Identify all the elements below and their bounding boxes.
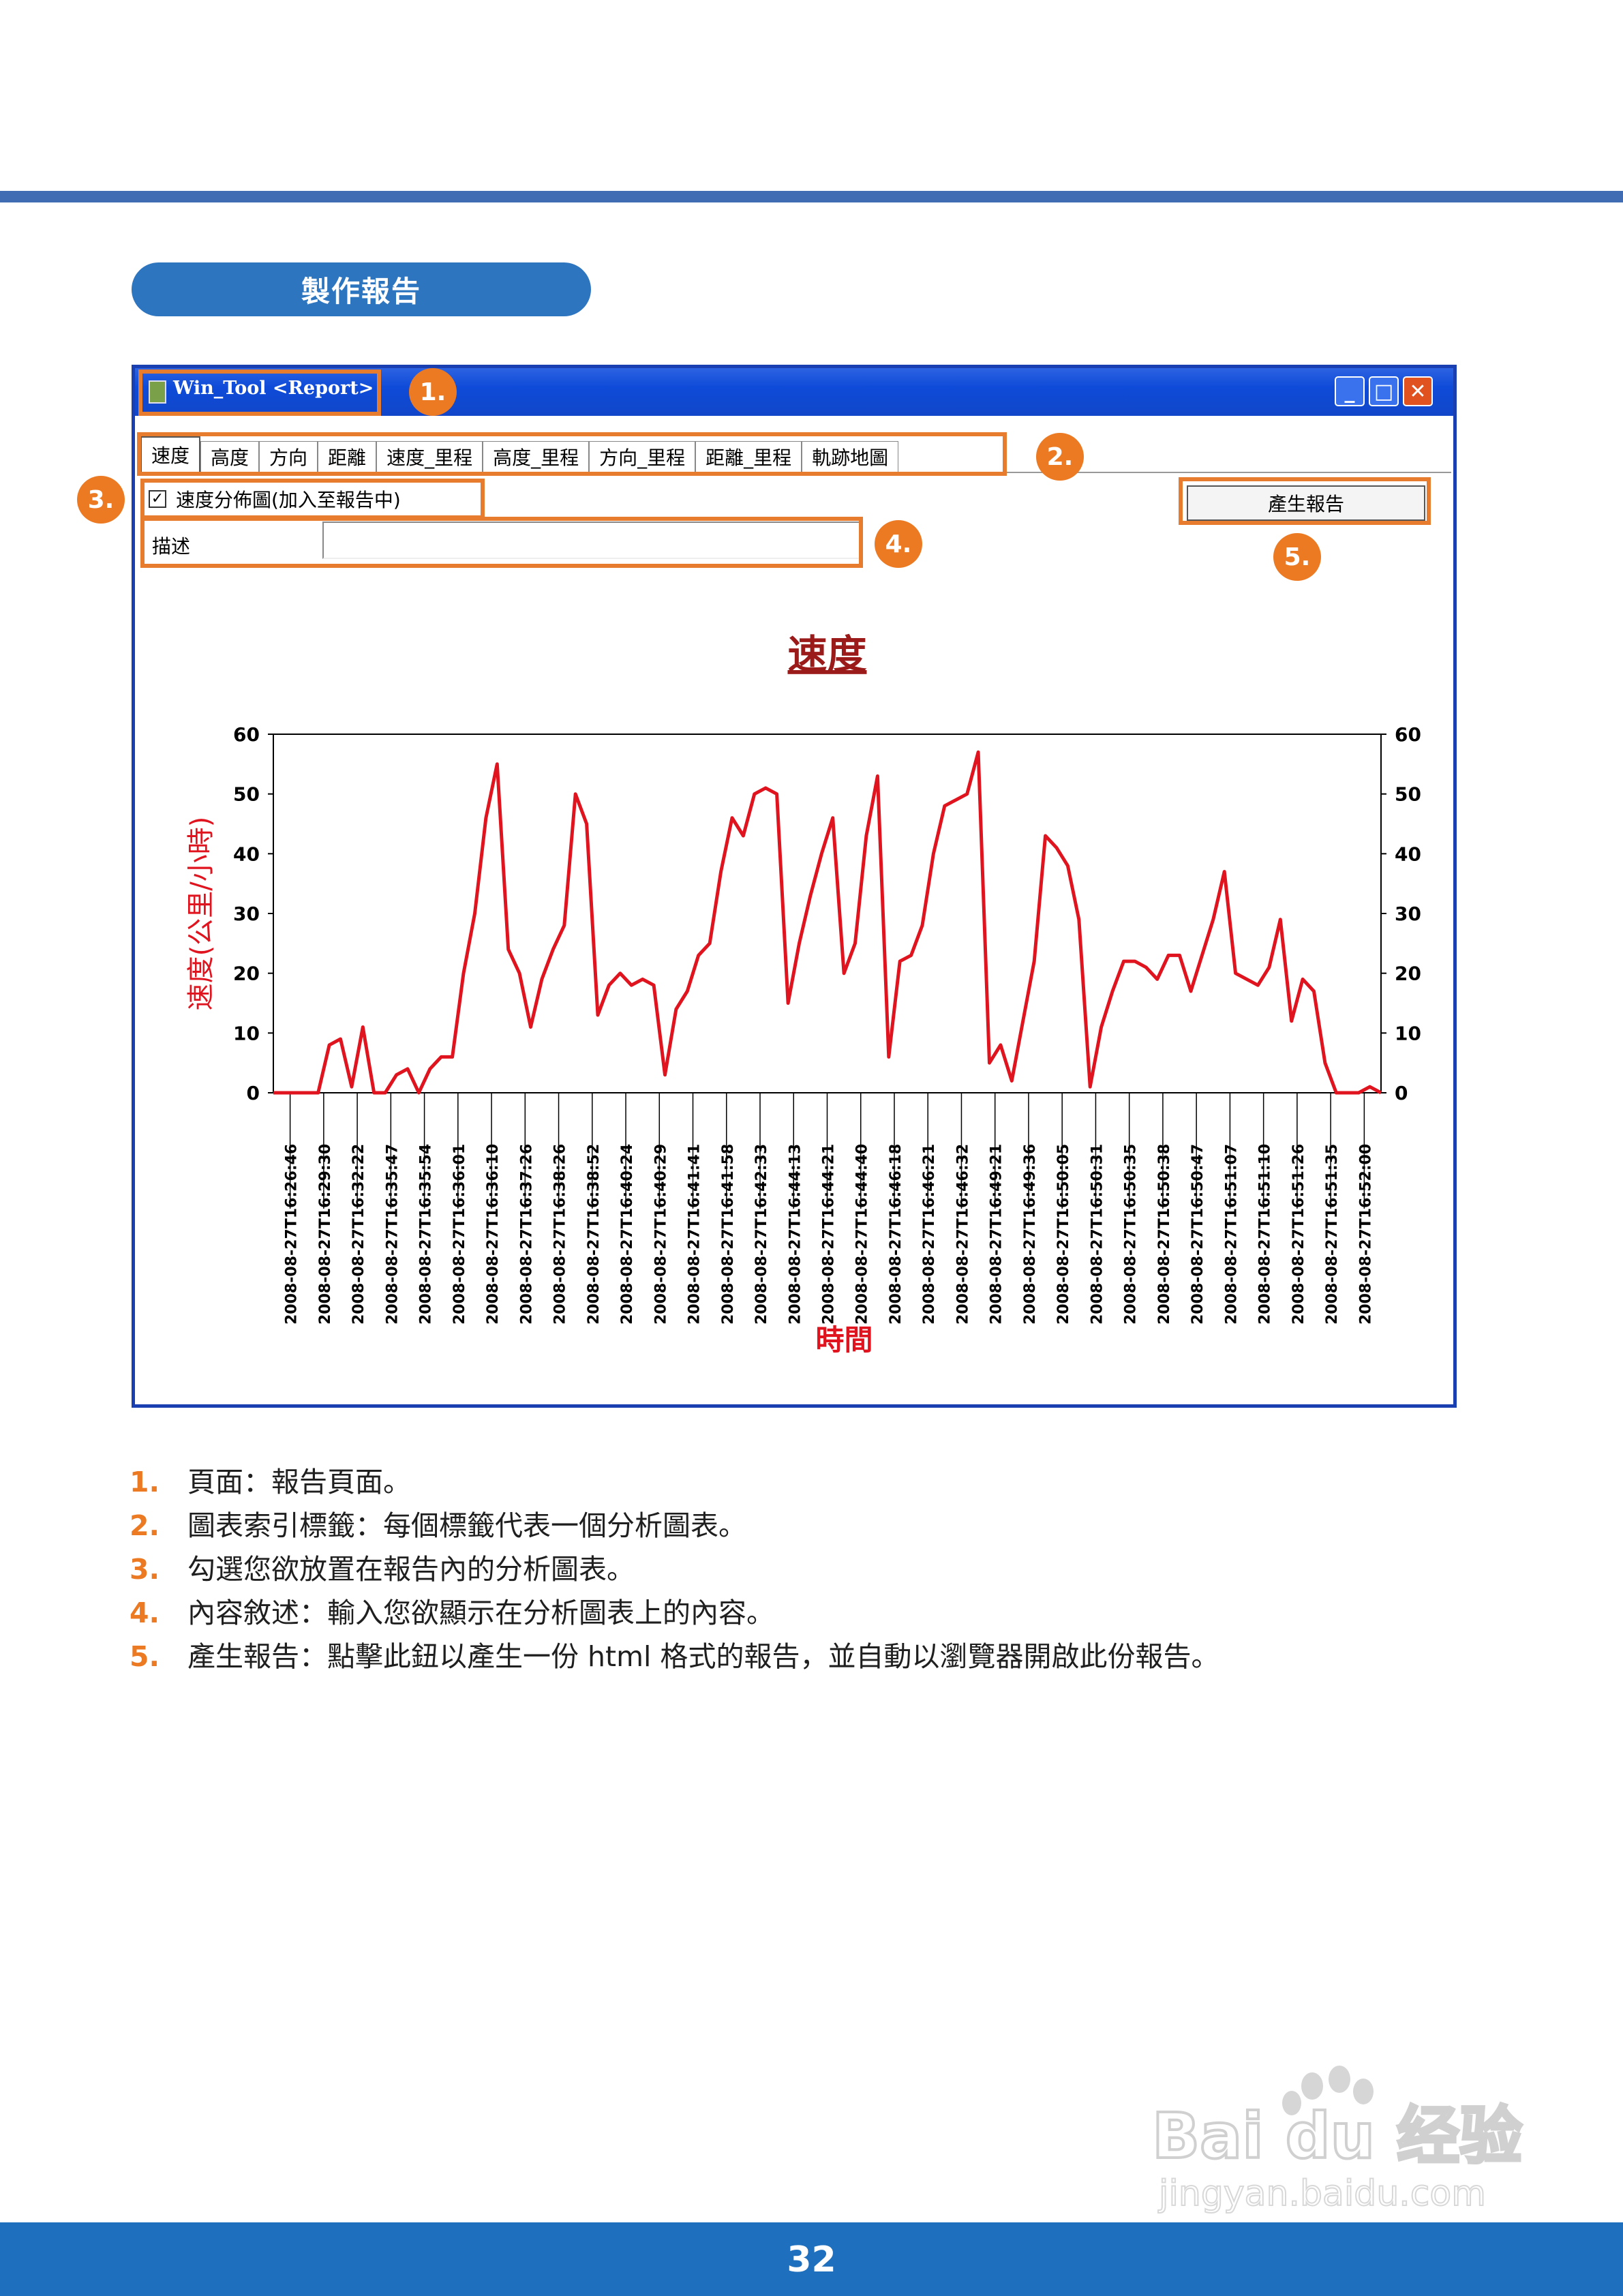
note-item: 1. 頁面：報告頁面。 (130, 1459, 1219, 1502)
note-text: 內容敘述：輸入您欲顯示在分析圖表上的內容。 (187, 1597, 774, 1629)
y-tick-label-left: 10 (233, 1022, 260, 1044)
y-tick-label-left: 50 (233, 783, 260, 806)
y-tick-label-left: 30 (233, 903, 260, 925)
x-tick-label: 2008-08-27T16:51:26 (1290, 1144, 1307, 1325)
highlight-checkbox (140, 479, 485, 519)
watermark-url: jingyan.baidu.com (1158, 2173, 1486, 2214)
note-item: 3. 勾選您欲放置在報告內的分析圖表。 (130, 1546, 1219, 1590)
note-text: 產生報告：點擊此鈕以產生一份 html 格式的報告，並自動以瀏覽器開啟此份報告。 (187, 1640, 1219, 1673)
paw-toe-2 (1329, 2066, 1350, 2093)
badge-1: 1. (409, 368, 457, 416)
y-tick-label-right: 50 (1395, 783, 1421, 806)
y-tick-label-right: 60 (1395, 723, 1421, 746)
badge-5: 5. (1273, 533, 1321, 581)
highlight-window-title (138, 369, 381, 416)
y-tick-label-left: 40 (233, 843, 260, 865)
x-tick-label: 2008-08-27T16:50:31 (1089, 1144, 1106, 1325)
x-tick-label: 2008-08-27T16:41:41 (686, 1144, 703, 1325)
x-tick-label: 2008-08-27T16:46:32 (954, 1144, 971, 1325)
x-tick-label: 2008-08-27T16:26:46 (284, 1144, 301, 1325)
x-tick-label: 2008-08-27T16:51:10 (1257, 1144, 1274, 1325)
x-tick-label: 2008-08-27T16:46:21 (921, 1144, 938, 1325)
top-rule (0, 191, 1623, 202)
y-tick-label-left: 20 (233, 963, 260, 985)
baidu-watermark: Bai du 经验 jingyan.baidu.com (1152, 2066, 1523, 2215)
speed-series-line (273, 750, 1382, 1095)
paw-toe-1 (1301, 2072, 1323, 2100)
x-tick-label: 2008-08-27T16:51:07 (1223, 1144, 1240, 1325)
note-number: 1. (130, 1466, 160, 1498)
x-tick-label: 2008-08-27T16:46:18 (888, 1144, 905, 1325)
badge-3: 3. (77, 476, 125, 524)
x-tick-label: 2008-08-27T16:49:21 (988, 1144, 1005, 1325)
report-window: Win_Tool <Report> _ □ ✕ 速度 高度 方向 距離 速度_里程 高度_… (132, 365, 1457, 1408)
y-axis-label: 速度(公里/小時) (185, 817, 217, 1011)
y-tick-label-right: 0 (1395, 1082, 1408, 1104)
note-text: 頁面：報告頁面。 (187, 1466, 411, 1498)
note-number: 4. (130, 1597, 160, 1629)
x-axis-label: 時間 (815, 1323, 873, 1357)
x-tick-label: 2008-08-27T16:50:47 (1189, 1144, 1207, 1325)
x-tick-label: 2008-08-27T16:44:21 (821, 1144, 838, 1325)
x-tick-label: 2008-08-27T16:40:24 (619, 1144, 636, 1325)
x-tick-label: 2008-08-27T16:44:13 (787, 1144, 804, 1325)
x-tick-label: 2008-08-27T16:35:47 (384, 1144, 401, 1325)
x-tick-label: 2008-08-27T16:50:05 (1055, 1144, 1072, 1325)
note-number: 3. (130, 1553, 160, 1586)
y-tick-label-right: 30 (1395, 903, 1421, 925)
watermark-brand: Bai du 经验 (1152, 2100, 1522, 2173)
x-tick-label: 2008-08-27T16:36:10 (485, 1144, 502, 1325)
x-tick-label: 2008-08-27T16:44:40 (854, 1144, 871, 1325)
x-tick-label: 2008-08-27T16:32:22 (350, 1144, 367, 1325)
highlight-description (140, 517, 863, 568)
section-title: 製作報告 (132, 262, 591, 316)
x-tick-label: 2008-08-27T16:35:54 (418, 1144, 435, 1325)
note-item: 5. 產生報告：點擊此鈕以產生一份 html 格式的報告，並自動以瀏覽器開啟此份報… (130, 1633, 1219, 1677)
highlight-generate (1179, 477, 1431, 525)
x-tick-label: 2008-08-27T16:41:58 (720, 1144, 737, 1325)
note-number: 5. (130, 1640, 160, 1673)
note-item: 2. 圖表索引標籤：每個標籤代表一個分析圖表。 (130, 1502, 1219, 1546)
x-tick-label: 2008-08-27T16:52:00 (1357, 1144, 1374, 1325)
x-tick-label: 2008-08-27T16:37:26 (518, 1144, 535, 1325)
x-tick-label: 2008-08-27T16:29:30 (317, 1144, 334, 1325)
x-tick-label: 2008-08-27T16:50:35 (1123, 1144, 1140, 1325)
badge-4: 4. (875, 520, 922, 568)
notes-list: 1. 頁面：報告頁面。 2. 圖表索引標籤：每個標籤代表一個分析圖表。 3. 勾選您欲放置… (130, 1459, 1219, 1677)
x-tick-label: 2008-08-27T16:49:36 (1022, 1144, 1039, 1325)
note-text: 勾選您欲放置在報告內的分析圖表。 (187, 1553, 635, 1586)
y-tick-label-right: 20 (1395, 963, 1421, 985)
x-tick-label: 2008-08-27T16:38:52 (586, 1144, 603, 1325)
note-item: 4. 內容敘述：輸入您欲顯示在分析圖表上的內容。 (130, 1590, 1219, 1633)
y-tick-label-left: 60 (233, 723, 260, 746)
note-number: 2. (130, 1509, 160, 1542)
x-tick-label: 2008-08-27T16:38:26 (552, 1144, 569, 1325)
y-tick-label-left: 0 (247, 1082, 260, 1104)
x-tick-label: 2008-08-27T16:50:38 (1156, 1144, 1173, 1325)
x-tick-label: 2008-08-27T16:40:29 (652, 1144, 669, 1325)
x-tick-label: 2008-08-27T16:51:35 (1324, 1144, 1341, 1325)
y-tick-label-right: 10 (1395, 1022, 1421, 1044)
chart-title: 速度 (787, 631, 866, 678)
highlight-tabs (137, 432, 1007, 476)
note-text: 圖表索引標籤：每個標籤代表一個分析圖表。 (187, 1509, 746, 1542)
x-tick-label: 2008-08-27T16:36:01 (451, 1144, 468, 1325)
page-number: 32 (787, 2239, 836, 2280)
badge-2: 2. (1036, 433, 1084, 481)
x-tick-label: 2008-08-27T16:42:33 (753, 1144, 770, 1325)
y-tick-label-right: 40 (1395, 843, 1421, 865)
